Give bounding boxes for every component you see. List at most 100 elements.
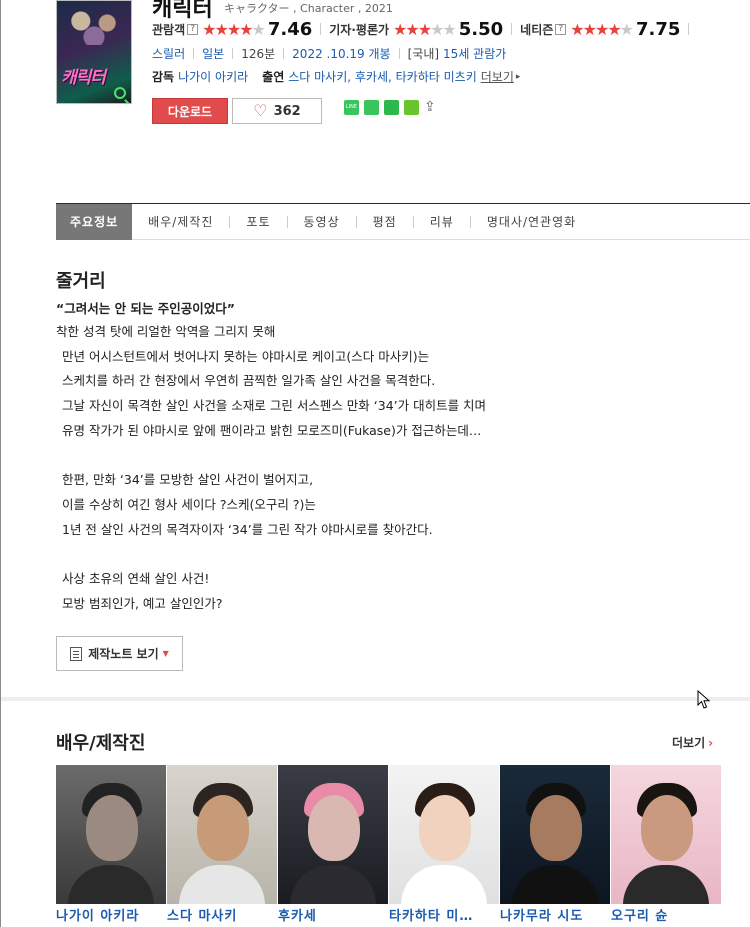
poster-title: 캐릭터 (61, 68, 106, 88)
movie-poster[interactable]: 캐릭터 (56, 0, 132, 104)
runtime: 126분 (241, 47, 276, 61)
synopsis-line: 만년 어시스턴트에서 벗어나지 못하는 야마시로 케이고(스다 마사키)는 (62, 348, 430, 364)
cast-name-link[interactable]: 나카무라 시도 (500, 904, 610, 926)
cast-card[interactable]: 나카무라 시도 (500, 765, 610, 926)
cast-name-link[interactable]: 오구리 슌 (611, 904, 721, 926)
synopsis-line: 착한 성격 탓에 리얼한 악역을 그리지 못해 (56, 324, 276, 339)
cast-card[interactable]: 나가이 아키라 (56, 765, 166, 926)
silhouette-body (179, 865, 265, 904)
cast-name-link[interactable]: 타카하타 미… (389, 904, 499, 926)
cast-photo[interactable] (56, 765, 166, 904)
poster-figures (61, 5, 127, 45)
silhouette-body (512, 865, 598, 904)
cast-name-link[interactable]: 스다 마사키 (167, 904, 277, 926)
cast-photo[interactable] (389, 765, 499, 904)
silhouette-face (419, 795, 471, 861)
cast-photo[interactable] (611, 765, 721, 904)
tab-cast-crew[interactable]: 배우/제작진 (132, 204, 229, 240)
star-filled-icon: ★ (582, 19, 597, 39)
cast-name-link[interactable]: 나가이 아키라 (56, 904, 166, 926)
credits-more-link[interactable]: 더보기 (481, 68, 514, 85)
synopsis-line: 사상 초유의 연쇄 살인 사건! (62, 570, 210, 586)
silhouette-body (68, 865, 154, 904)
cast-card[interactable]: 타카하타 미… (389, 765, 499, 926)
cast-card[interactable]: 스다 마사키 (167, 765, 277, 926)
star-rating: ★★★★★ (570, 19, 634, 39)
star-filled-icon: ★ (214, 19, 228, 39)
cast-photo[interactable] (500, 765, 610, 904)
star-filled-icon: ★ (417, 19, 432, 39)
cast-label: 출연 (262, 70, 285, 84)
section-divider (1, 697, 750, 701)
tab-photo[interactable]: 포토 (230, 204, 286, 240)
magnify-icon[interactable] (114, 87, 126, 99)
tab-main-info[interactable]: 주요정보 (56, 203, 133, 240)
director-label: 감독 (152, 70, 175, 84)
star-filled-icon: ★ (239, 19, 253, 39)
synopsis-line (56, 542, 736, 567)
star-filled-icon: ★ (570, 19, 584, 39)
silhouette-body (623, 865, 709, 904)
star-filled-icon: ★ (607, 19, 621, 39)
cast-card[interactable]: 후카세 (278, 765, 388, 926)
production-notes-label: 제작노트 보기 (88, 647, 159, 661)
share-row: LINE ⇪ (344, 99, 440, 115)
movie-meta: 스릴러 일본 126분 2022 .10.19 개봉 [국내] 15세 관람가 (152, 45, 506, 62)
divider (688, 23, 690, 35)
heart-icon: ♡ (253, 101, 268, 120)
tab-review[interactable]: 리뷰 (414, 204, 470, 240)
silhouette-body (401, 865, 487, 904)
share-icon[interactable]: ⇪ (424, 99, 440, 115)
cast-card[interactable]: 오구리 슌 (611, 765, 721, 926)
memo-share-icon[interactable] (404, 99, 419, 115)
star-rating: ★★★★★ (393, 19, 457, 39)
synopsis-line: 모방 범죄인가, 예고 살인인가? (62, 595, 223, 611)
star-filled-icon: ★ (405, 19, 419, 39)
tab-quotes-related[interactable]: 명대사/연관영화 (471, 204, 592, 240)
cast-more-link[interactable]: 더보기 › (672, 734, 713, 751)
main-tabs: 주요정보 배우/제작진 포토 동영상 평점 리뷰 명대사/연관영화 (56, 203, 750, 240)
star-filled-icon: ★ (594, 19, 609, 39)
synopsis-line: 한편, 만화 ‘34’를 모방한 살인 사건이 벌어지고, (62, 472, 314, 488)
star-empty-icon: ★ (619, 19, 634, 39)
star-filled-icon: ★ (226, 19, 241, 39)
help-icon[interactable]: ? (187, 23, 199, 35)
director-link[interactable]: 나가이 아키라 (178, 68, 248, 85)
silhouette-face (530, 795, 582, 861)
cast-link[interactable]: 스다 마사키, 후카세, 타카하타 미츠키 (288, 68, 477, 85)
band-share-icon[interactable] (364, 99, 379, 115)
line-share-icon[interactable]: LINE (344, 99, 359, 115)
tab-video[interactable]: 동영상 (288, 204, 356, 240)
help-icon[interactable]: ? (555, 23, 567, 35)
release-date-link[interactable]: 2022 .10.19 개봉 (292, 45, 390, 62)
star-filled-icon: ★ (202, 19, 216, 39)
document-icon (70, 646, 83, 661)
rating-netizen: 네티즌 ? ★★★★★ 7.75 (520, 19, 680, 40)
age-rating-link[interactable]: 15세 관람가 (443, 45, 506, 62)
cast-section-title: 배우/제작진 (56, 733, 146, 754)
divider (320, 23, 322, 35)
mouse-cursor-icon (697, 690, 711, 709)
country-link[interactable]: 일본 (202, 45, 224, 62)
cast-photo[interactable] (167, 765, 277, 904)
star-empty-icon: ★ (251, 19, 266, 39)
synopsis-line (56, 443, 736, 468)
synopsis-line: 이를 수상히 여긴 형사 세이다 ?스케(오구리 ?)는 (62, 496, 316, 512)
chevron-right-icon: ▸ (515, 71, 521, 82)
silhouette-face (641, 795, 693, 861)
synopsis-line: 그날 자신이 목격한 살인 사건을 소재로 그린 서스펜스 만화 ‘34’가 대… (62, 398, 487, 414)
tab-rating[interactable]: 평점 (357, 204, 413, 240)
star-rating: ★★★★★ (202, 19, 266, 39)
download-button[interactable]: 다운로드 (152, 98, 228, 124)
like-count: 362 (273, 103, 301, 119)
cast-photo[interactable] (278, 765, 388, 904)
like-button[interactable]: ♡ 362 (232, 98, 322, 124)
genre-link[interactable]: 스릴러 (152, 45, 185, 62)
synopsis-body: “그려서는 안 되는 주인공이었다” 착한 성격 탓에 리얼한 악역을 그리지 … (56, 298, 736, 616)
production-notes-button[interactable]: 제작노트 보기 ▼ (56, 636, 183, 671)
synopsis-line: 1년 전 살인 사건의 목격자이자 ‘34’를 그린 작가 야마시로를 찾아간다… (62, 521, 433, 537)
cast-name-link[interactable]: 후카세 (278, 904, 388, 926)
rating-score: 5.50 (458, 18, 504, 40)
silhouette-face (86, 795, 138, 861)
bookmark-share-icon[interactable] (384, 99, 399, 115)
